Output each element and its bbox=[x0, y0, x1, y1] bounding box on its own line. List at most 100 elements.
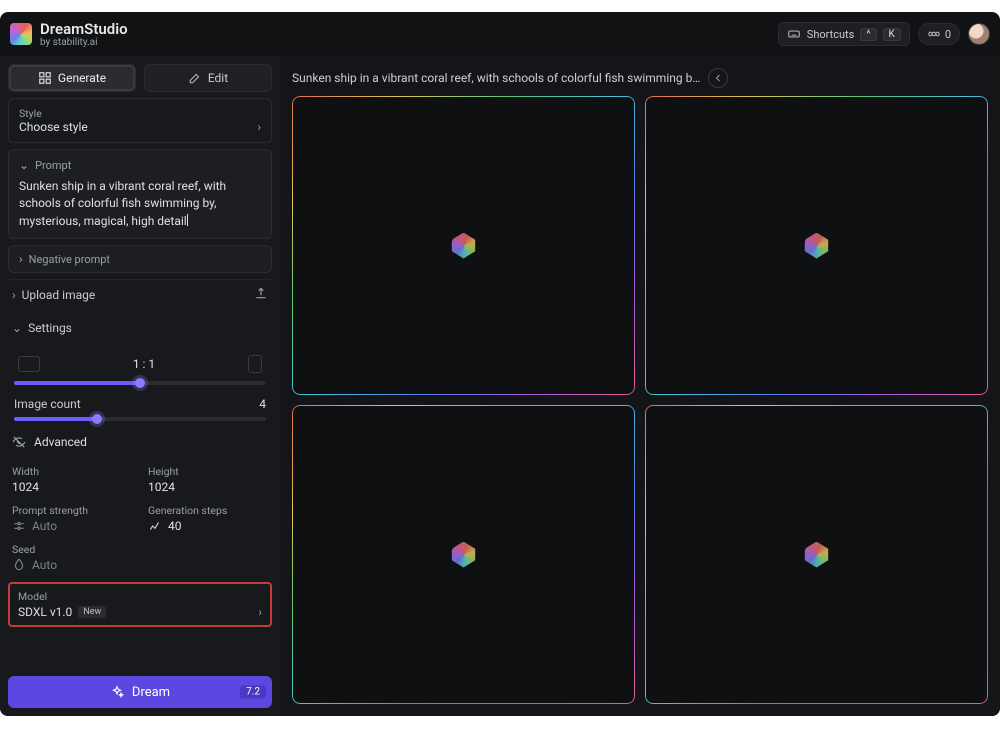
grid-icon bbox=[38, 71, 52, 85]
chevron-down-icon: ⌄ bbox=[12, 321, 22, 335]
aspect-ratio-control[interactable]: 1 : 1 bbox=[8, 347, 272, 387]
prompt-text-content: Sunken ship in a vibrant coral reef, wit… bbox=[19, 179, 226, 228]
app-window: DreamStudio by stability.ai Shortcuts ^ … bbox=[0, 12, 1000, 716]
style-select[interactable]: Style Choose style › bbox=[8, 98, 272, 143]
tab-edit-label: Edit bbox=[208, 71, 228, 85]
seed-label: Seed bbox=[12, 543, 268, 556]
image-count-slider[interactable] bbox=[14, 417, 266, 421]
loading-spinner-icon bbox=[451, 542, 477, 568]
settings-toggle[interactable]: ⌄ Settings bbox=[8, 315, 272, 341]
prompt-text[interactable]: Sunken ship in a vibrant coral reef, wit… bbox=[19, 178, 261, 230]
generation-grid bbox=[292, 96, 988, 704]
image-count-control[interactable]: Image count 4 bbox=[8, 393, 272, 423]
image-count-value: 4 bbox=[259, 397, 266, 411]
sidebar: Generate Edit Style Choose style › ⌄ Pro… bbox=[0, 56, 280, 716]
model-select[interactable]: Model SDXL v1.0 New › bbox=[8, 582, 272, 627]
negative-prompt-box[interactable]: › Negative prompt bbox=[8, 245, 272, 273]
seed-icon bbox=[12, 558, 26, 572]
steps-icon bbox=[148, 519, 162, 533]
generation-steps-value[interactable]: 40 bbox=[168, 519, 182, 533]
seed-value[interactable]: Auto bbox=[32, 558, 57, 572]
upload-image-row[interactable]: › Upload image bbox=[8, 279, 272, 309]
brand-logo-icon bbox=[10, 23, 32, 45]
credits-pill[interactable]: 0 bbox=[918, 23, 960, 45]
loading-spinner-icon bbox=[451, 233, 477, 259]
eye-off-icon bbox=[12, 435, 26, 449]
shortcuts-label: Shortcuts bbox=[807, 28, 855, 41]
aspect-value: 1 : 1 bbox=[133, 357, 155, 371]
shortcuts-button[interactable]: Shortcuts ^ K bbox=[778, 22, 910, 46]
generation-steps-field: Generation steps 40 bbox=[148, 504, 268, 533]
shortcut-key-k: K bbox=[883, 28, 901, 41]
chevron-right-icon: › bbox=[19, 252, 23, 266]
height-label: Height bbox=[148, 465, 268, 478]
tab-generate-label: Generate bbox=[58, 71, 106, 85]
topbar: DreamStudio by stability.ai Shortcuts ^ … bbox=[0, 12, 1000, 56]
sparkle-icon bbox=[110, 685, 124, 699]
topbar-right: Shortcuts ^ K 0 bbox=[778, 22, 990, 46]
prompt-strength-value[interactable]: Auto bbox=[32, 519, 57, 533]
chevron-right-icon: › bbox=[257, 120, 261, 134]
prompt-label: Prompt bbox=[35, 159, 71, 172]
history-prev-button[interactable] bbox=[708, 68, 728, 88]
seed-field: Seed Auto bbox=[12, 543, 268, 572]
generation-cell[interactable] bbox=[645, 405, 988, 704]
width-label: Width bbox=[12, 465, 132, 478]
style-value: Choose style bbox=[19, 120, 88, 134]
width-field: Width 1024 bbox=[12, 465, 132, 494]
prompt-header[interactable]: ⌄ Prompt bbox=[19, 158, 261, 172]
brand-name: DreamStudio bbox=[40, 20, 128, 38]
landscape-icon bbox=[18, 356, 40, 372]
chevron-left-icon bbox=[712, 72, 724, 84]
brand-byline: by stability.ai bbox=[40, 37, 128, 48]
dream-cost-badge: 7.2 bbox=[240, 686, 266, 699]
dream-label: Dream bbox=[132, 685, 170, 700]
brand-block: DreamStudio by stability.ai bbox=[40, 20, 128, 48]
credits-icon bbox=[927, 27, 941, 41]
height-field: Height 1024 bbox=[148, 465, 268, 494]
portrait-icon bbox=[248, 355, 262, 373]
height-value[interactable]: 1024 bbox=[148, 480, 268, 494]
canvas-area: Sunken ship in a vibrant coral reef, wit… bbox=[280, 56, 1000, 716]
model-badge-new: New bbox=[78, 606, 106, 618]
chevron-right-icon: › bbox=[258, 605, 262, 619]
workarea: Generate Edit Style Choose style › ⌄ Pro… bbox=[0, 56, 1000, 716]
credits-value: 0 bbox=[945, 28, 951, 41]
prompt-box[interactable]: ⌄ Prompt Sunken ship in a vibrant coral … bbox=[8, 149, 272, 239]
upload-icon[interactable] bbox=[254, 286, 268, 303]
loading-spinner-icon bbox=[804, 233, 830, 259]
negative-prompt-label: Negative prompt bbox=[29, 253, 110, 266]
mode-tabs: Generate Edit bbox=[8, 64, 272, 92]
generation-cell[interactable] bbox=[292, 405, 635, 704]
model-value: SDXL v1.0 bbox=[18, 605, 72, 619]
generation-cell[interactable] bbox=[645, 96, 988, 395]
advanced-grid: Width 1024 Height 1024 Prompt strength A… bbox=[8, 461, 272, 576]
dream-button[interactable]: Dream 7.2 bbox=[8, 676, 272, 708]
aspect-ratio-slider[interactable] bbox=[14, 381, 266, 385]
image-count-label: Image count bbox=[14, 397, 81, 411]
upload-image-label: Upload image bbox=[22, 288, 96, 302]
edit-icon bbox=[188, 71, 202, 85]
advanced-label: Advanced bbox=[34, 435, 87, 449]
shortcut-key-mod: ^ bbox=[860, 28, 876, 41]
generation-steps-label: Generation steps bbox=[148, 504, 268, 517]
prompt-strength-label: Prompt strength bbox=[12, 504, 132, 517]
slider-thumb[interactable] bbox=[92, 414, 102, 424]
canvas-header: Sunken ship in a vibrant coral reef, wit… bbox=[292, 66, 988, 96]
settings-label: Settings bbox=[28, 321, 72, 335]
width-value[interactable]: 1024 bbox=[12, 480, 132, 494]
canvas-title: Sunken ship in a vibrant coral reef, wit… bbox=[292, 71, 700, 85]
prompt-strength-field: Prompt strength Auto bbox=[12, 504, 132, 533]
chevron-right-icon: › bbox=[12, 288, 16, 302]
sliders-icon bbox=[12, 519, 26, 533]
generation-cell[interactable] bbox=[292, 96, 635, 395]
tab-generate[interactable]: Generate bbox=[8, 64, 136, 92]
advanced-toggle[interactable]: Advanced bbox=[8, 429, 272, 455]
chevron-down-icon: ⌄ bbox=[19, 158, 29, 172]
style-label: Style bbox=[19, 107, 261, 120]
avatar[interactable] bbox=[968, 23, 990, 45]
keyboard-icon bbox=[787, 27, 801, 41]
slider-thumb[interactable] bbox=[135, 378, 145, 388]
tab-edit[interactable]: Edit bbox=[144, 64, 272, 92]
model-label: Model bbox=[18, 590, 262, 603]
